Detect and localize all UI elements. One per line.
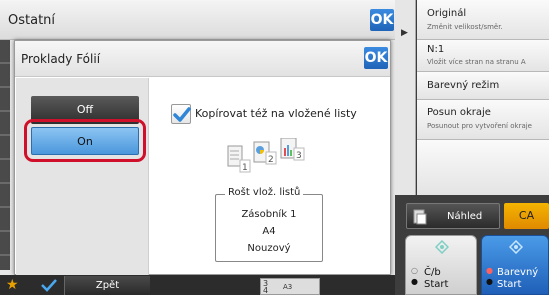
right-item-subtitle: Vložit více stran na stranu A [427,58,526,66]
color-indicator-icon: ● [486,277,493,286]
bw-start-button[interactable]: ○ ● Č/b Start [405,235,477,295]
color-start-label-2: Start [497,279,522,290]
favorite-star-icon[interactable]: ★ [6,277,19,293]
sheet-number-1: 1 [242,163,248,173]
check-icon[interactable] [40,278,58,292]
right-item-margin-shift[interactable]: Posun okraje Posunout pro vytvoření okra… [417,100,549,140]
color-indicator-on-icon: ● [486,266,493,275]
bw-start-label-1: Č/b [424,267,441,278]
preview-label: Náhled [447,211,483,222]
tray-number-4: 4 [263,286,269,295]
start-diamond-icon [509,240,523,254]
dialog-titlebar: Proklady Fólií [15,41,390,77]
insert-tray-legend: Rošt vlož. listů [225,187,304,198]
sheet-number-2: 2 [268,155,274,165]
color-start-button[interactable]: ● ● Barevný Start [481,235,549,295]
back-button[interactable]: Zpět [64,276,150,295]
tray-line-3: Nouzový [247,243,291,254]
dialog-ok-button[interactable]: OK [364,47,388,69]
preview-icon [413,209,427,225]
right-item-n1[interactable]: N:1 Vložit více stran na stranu A [417,40,549,72]
right-panel-blank [417,140,549,195]
copy-to-inserts-label: Kopírovat též na vložené listy [195,107,357,120]
paper-tray-icon: 3 4 A3 [260,278,320,295]
bw-indicator-off-icon: ○ [411,266,418,275]
bw-indicator-on-icon: ● [411,277,418,286]
transparency-sheets-icon: 1 2 3 [227,138,305,173]
right-item-title: Posun okraje [427,107,491,118]
ca-button[interactable]: CA [504,203,549,229]
bottom-bar [0,275,395,295]
tray-line-2: A4 [262,226,276,237]
background-ok-button[interactable]: OK [370,9,394,31]
bw-start-label-2: Start [424,279,449,290]
checkmark-icon [173,107,191,122]
background-side-strip [0,40,10,270]
dialog-title: Proklady Fólií [21,52,101,66]
on-button[interactable]: On [31,127,139,155]
right-item-title: Originál [427,8,467,19]
color-start-label-1: Barevný [497,267,539,278]
right-item-subtitle: Změnit velikost/směr. [427,23,503,31]
right-item-title: N:1 [427,44,445,55]
start-diamond-icon [435,240,449,254]
preview-button[interactable]: Náhled [406,203,500,229]
background-titlebar: Ostatní [0,0,395,40]
right-item-color-mode[interactable]: Barevný režim [417,72,549,100]
expand-arrow-icon: ▶ [401,28,408,38]
right-item-title: Barevný režim [427,80,500,91]
background-window-title: Ostatní [8,13,56,28]
right-item-original[interactable]: Originál Změnit velikost/směr. [417,0,549,40]
sheet-number-3: 3 [296,151,302,161]
right-item-subtitle: Posunout pro vytvoření okraje [427,122,532,130]
tray-size-label: A3 [283,283,293,291]
expand-column[interactable]: ▶ [395,0,416,195]
tray-line-1: Zásobník 1 [241,209,297,220]
copy-to-inserts-checkbox[interactable] [171,104,191,124]
